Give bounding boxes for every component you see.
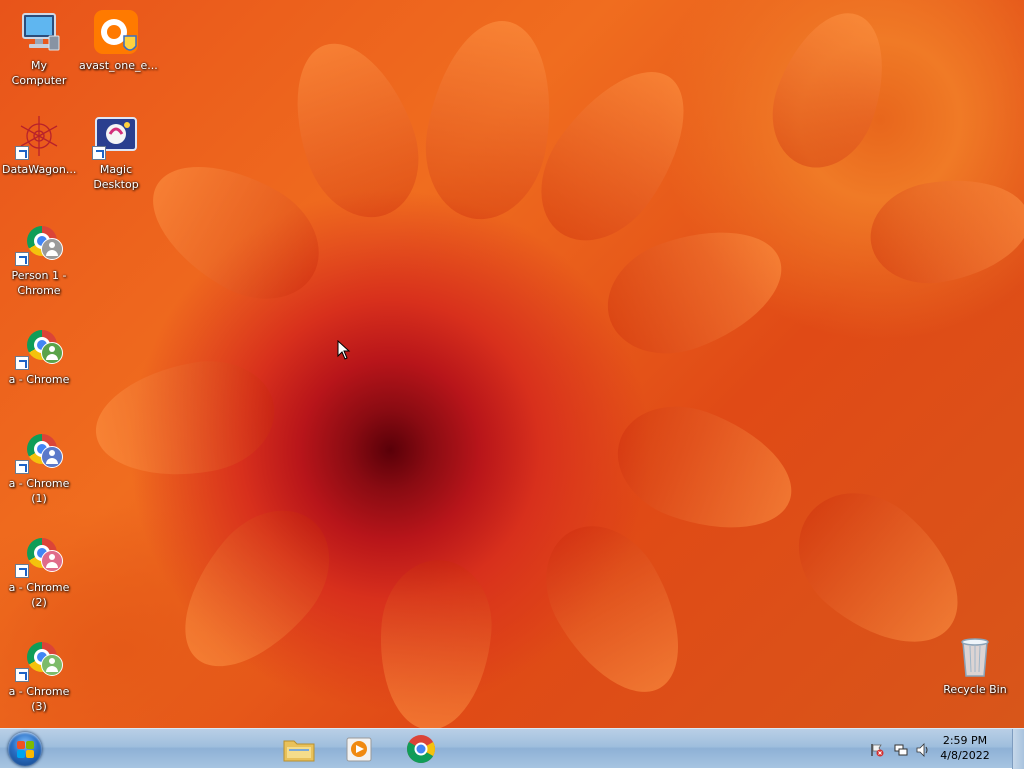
avast-icon <box>92 8 140 56</box>
chrome-icon <box>407 735 435 763</box>
taskbar-explorer-button[interactable] <box>278 732 320 766</box>
shortcut-arrow-icon <box>15 460 29 474</box>
person-badge-icon <box>41 550 63 572</box>
shortcut-arrow-icon <box>15 356 29 370</box>
desktop-icon-label: a - Chrome (3) <box>8 685 70 713</box>
desktop-icon-label: Person 1 - Chrome <box>11 269 67 297</box>
desktop-icon-a-chrome-3[interactable]: a - Chrome (3) <box>1 634 77 714</box>
desktop-icon-a-chrome[interactable]: a - Chrome <box>1 322 77 387</box>
desktop-icon-a-chrome-1[interactable]: a - Chrome (1) <box>1 426 77 506</box>
shortcut-arrow-icon <box>15 668 29 682</box>
chrome-icon <box>15 530 63 578</box>
windows-logo-icon <box>8 732 42 766</box>
taskbar-media-player-button[interactable] <box>338 732 380 766</box>
monitor-icon <box>15 8 63 56</box>
shortcut-arrow-icon <box>92 146 106 160</box>
shortcut-arrow-icon <box>15 564 29 578</box>
chrome-icon <box>15 218 63 266</box>
chrome-icon <box>15 426 63 474</box>
desktop-icon-recycle-bin[interactable]: Recycle Bin <box>937 632 1013 697</box>
desktop-icon-person1-chrome[interactable]: Person 1 - Chrome <box>1 218 77 298</box>
volume-icon[interactable] <box>916 742 930 757</box>
desktop-icon-label: DataWagon... <box>2 163 77 176</box>
desktop-icon-label: Magic Desktop <box>93 163 139 191</box>
desktop-icon-label: a - Chrome (2) <box>8 581 70 609</box>
shortcut-arrow-icon <box>15 252 29 266</box>
datawagon-icon <box>15 112 63 160</box>
folder-icon <box>283 740 315 762</box>
desktop[interactable]: My Computer avast_one_e... DataWagon... … <box>0 0 1024 728</box>
person-badge-icon <box>41 446 63 468</box>
action-center-flag-icon[interactable] <box>870 742 884 757</box>
chrome-icon <box>15 322 63 370</box>
desktop-icon-label: a - Chrome <box>8 373 70 386</box>
chrome-icon <box>15 634 63 682</box>
magic-desktop-icon <box>92 112 140 160</box>
taskbar: 2:59 PM 4/8/2022 <box>0 728 1024 769</box>
clock[interactable]: 2:59 PM 4/8/2022 <box>930 733 1000 763</box>
desktop-icon-a-chrome-2[interactable]: a - Chrome (2) <box>1 530 77 610</box>
person-badge-icon <box>41 238 63 260</box>
network-icon[interactable] <box>894 742 908 756</box>
system-tray: 2:59 PM 4/8/2022 <box>864 729 1024 769</box>
shortcut-arrow-icon <box>15 146 29 160</box>
taskbar-chrome-button[interactable] <box>400 732 442 766</box>
start-button[interactable] <box>6 731 46 767</box>
desktop-icon-label: My Computer <box>11 59 67 87</box>
person-badge-icon <box>41 342 63 364</box>
desktop-icon-avast-one[interactable]: avast_one_e... <box>78 8 158 73</box>
recycle-bin-icon <box>951 632 999 680</box>
desktop-icon-label: a - Chrome (1) <box>8 477 70 505</box>
person-badge-icon <box>41 654 63 676</box>
clock-date: 4/8/2022 <box>940 749 990 762</box>
media-player-icon <box>346 737 372 762</box>
desktop-icon-label: avast_one_e... <box>79 59 158 72</box>
desktop-icon-label: Recycle Bin <box>943 683 1007 696</box>
clock-time: 2:59 PM <box>942 734 988 747</box>
desktop-icon-magic-desktop[interactable]: Magic Desktop <box>78 112 154 192</box>
desktop-icon-my-computer[interactable]: My Computer <box>1 8 77 88</box>
show-desktop-button[interactable] <box>1012 729 1024 769</box>
desktop-icon-datawagon[interactable]: DataWagon... <box>1 112 77 177</box>
